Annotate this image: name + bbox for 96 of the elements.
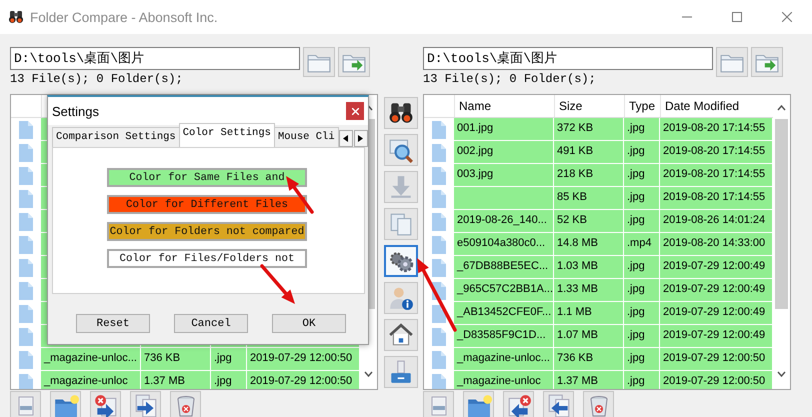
file-icon <box>16 304 36 324</box>
table-row[interactable]: _D83585F9C1D... 1.07 MB .jpg 2019-07-29 12:00:49 <box>454 325 773 348</box>
app-icon <box>8 9 24 25</box>
scroll-left-button[interactable] <box>338 130 353 147</box>
file-icon <box>429 212 449 232</box>
table-row[interactable]: 85 KB .jpg 2019-08-20 17:14:55 <box>454 187 773 210</box>
column-header[interactable]: Type <box>624 95 660 117</box>
file-count-label: 13 File(s); 0 Folder(s); <box>423 72 597 86</box>
file-icon <box>16 142 36 162</box>
toolbar-button[interactable] <box>90 391 121 417</box>
toolbar-button[interactable] <box>423 391 454 417</box>
left-triangle-icon <box>343 135 348 142</box>
table-row[interactable]: _AB13452CFE0F... 1.1 MB .jpg 2019-07-29 12:00:49 <box>454 302 773 325</box>
tab[interactable]: Color Settings <box>178 123 275 147</box>
scrollbar-thumb[interactable] <box>775 119 788 309</box>
annotation-arrow <box>286 176 314 214</box>
file-icon <box>429 326 449 346</box>
right-triangle-icon <box>358 135 364 142</box>
close-button[interactable] <box>346 102 364 120</box>
toolbar-button[interactable] <box>463 391 494 417</box>
table-row[interactable]: _magazine-unloc 1.37 MB .jpg 2019-07-29 12:00:50 <box>454 371 773 389</box>
scroll-right-button[interactable] <box>354 130 368 147</box>
color-button[interactable]: Color for Folders not compared <box>107 222 307 241</box>
file-icon <box>16 188 36 208</box>
toolbar-button[interactable] <box>130 391 161 417</box>
file-icon <box>16 372 36 389</box>
tool-button[interactable] <box>384 245 418 277</box>
toolbar-button[interactable] <box>583 391 614 417</box>
file-icon <box>16 120 36 140</box>
annotation-arrow <box>260 264 295 304</box>
tab[interactable]: Mouse Cli <box>274 127 339 147</box>
file-icon <box>429 258 449 278</box>
file-icon <box>16 212 36 232</box>
table-cell: .jpg <box>624 371 660 389</box>
file-icon <box>429 120 449 140</box>
file-icon <box>16 234 36 254</box>
new-folder-icon <box>52 392 78 417</box>
arrow-documents-icon <box>546 392 572 417</box>
table-cell: .jpg <box>211 371 247 389</box>
file-icon <box>16 280 36 300</box>
file-icon <box>429 188 449 208</box>
table-row[interactable]: 001.jpg 372 KB .jpg 2019-08-20 17:14:55 <box>454 118 773 141</box>
home-icon <box>388 322 414 348</box>
color-button[interactable]: Color for Same Files and <box>107 168 307 187</box>
file-count-label: 13 File(s); 0 Folder(s); <box>10 72 184 86</box>
path-field[interactable]: D:\tools\桌面\图片 <box>10 47 300 70</box>
arrow-delete-icon <box>92 392 118 417</box>
table-row[interactable]: 2019-08-26_140... 52 KB .jpg 2019-08-26 14:01:24 <box>454 210 773 233</box>
table-row[interactable]: _magazine-unloc... 736 KB .jpg 2019-07-29 12:00:50 <box>454 348 773 371</box>
dialog-button[interactable]: Reset <box>76 314 150 333</box>
dialog-button[interactable]: Cancel <box>174 314 248 333</box>
table-row[interactable]: 002.jpg 491 KB .jpg 2019-08-20 17:14:55 <box>454 141 773 164</box>
browse-button[interactable] <box>751 47 783 77</box>
documents-icon <box>388 211 414 237</box>
maximize-icon[interactable] <box>732 12 742 22</box>
toolbar-button[interactable] <box>543 391 574 417</box>
table-row[interactable]: _magazine-unloc 1.37 MB .jpg 2019-07-29 12:00:50 <box>41 371 360 389</box>
tool-button[interactable] <box>384 319 418 351</box>
toolbar-button[interactable] <box>170 391 201 417</box>
table-row[interactable]: _magazine-unloc... 736 KB .jpg 2019-07-29 12:00:50 <box>41 348 360 371</box>
dialog-button[interactable]: OK <box>272 314 346 333</box>
window-title: Folder Compare - Abonsoft Inc. <box>30 10 219 24</box>
close-icon <box>352 108 358 114</box>
arrow-documents-icon <box>132 392 158 417</box>
file-icon <box>429 234 449 254</box>
toolbar-button[interactable] <box>50 391 81 417</box>
user-info-icon <box>388 285 414 311</box>
browse-button[interactable] <box>338 47 370 77</box>
file-icon <box>16 326 36 346</box>
new-folder-icon <box>466 392 492 417</box>
magnifier-icon <box>388 137 414 163</box>
browse-button[interactable] <box>303 47 335 77</box>
column-header[interactable]: Name <box>454 95 554 117</box>
toolbar-button[interactable] <box>10 391 41 417</box>
file-icon <box>16 258 36 278</box>
table-row[interactable]: _965C57C2BB1A... 1.33 MB .jpg 2019-07-29 12:00:49 <box>454 279 773 302</box>
browse-button[interactable] <box>716 47 748 77</box>
tool-button[interactable] <box>384 97 418 129</box>
file-icon <box>16 166 36 186</box>
path-field[interactable]: D:\tools\桌面\图片 <box>423 47 713 70</box>
table-row[interactable]: 003.jpg 218 KB .jpg 2019-08-20 17:14:55 <box>454 164 773 187</box>
file-icon <box>16 350 36 370</box>
table-row[interactable]: e509104a380c0... 14.8 MB .mp4 2019-08-20 14:33:00 <box>454 233 773 256</box>
dialog-title: Settings <box>52 104 100 118</box>
color-button[interactable]: Color for Files/Folders not <box>107 249 307 268</box>
file-icon <box>429 142 449 162</box>
color-button[interactable]: Color for Different Files <box>107 195 307 214</box>
arrow-delete-icon <box>506 392 532 417</box>
file-icon <box>429 350 449 370</box>
table-row[interactable]: _67DB88BE5EC... 1.03 MB .jpg 2019-07-29 12:00:49 <box>454 256 773 279</box>
tab[interactable]: Comparison Settings <box>52 127 180 147</box>
toolbar-button[interactable] <box>503 391 534 417</box>
file-icon <box>429 372 449 389</box>
column-header[interactable]: Size <box>554 95 624 117</box>
file-icon <box>429 166 449 186</box>
close-icon[interactable] <box>782 12 792 22</box>
